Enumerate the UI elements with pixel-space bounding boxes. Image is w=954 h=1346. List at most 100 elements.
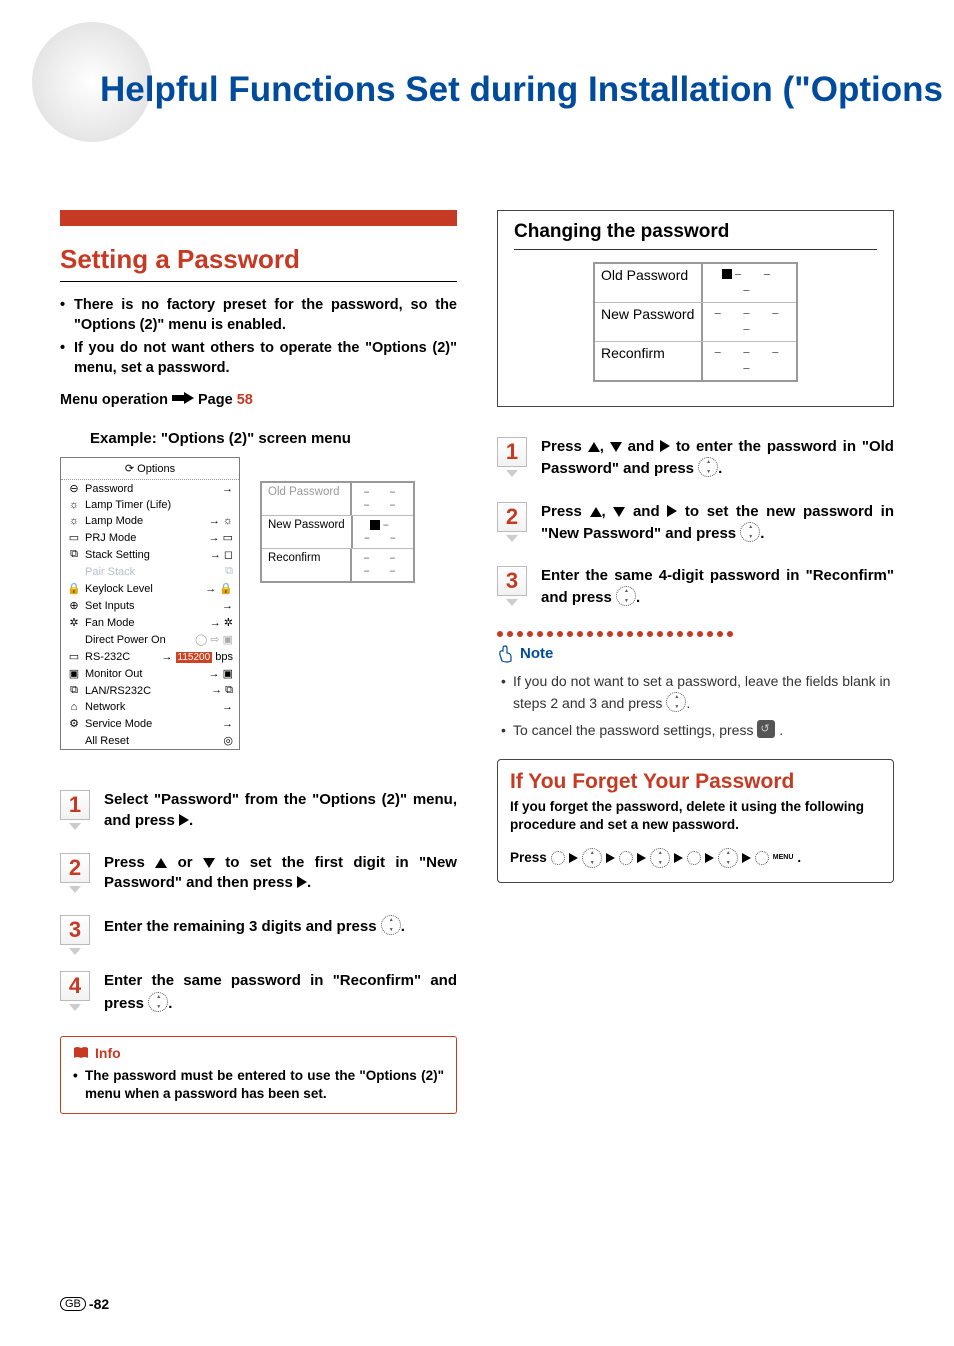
right-arrow-icon (667, 505, 677, 517)
menu-item: Network (85, 701, 218, 713)
note-label: Note (520, 645, 553, 662)
note-separator (497, 631, 894, 637)
menu-op-prefix: Menu operation (60, 392, 168, 408)
region-badge: GB (60, 1297, 86, 1311)
options-menu-screenshot: ⟳ Options ⊖Password→ ☼Lamp Timer (Life) … (60, 457, 240, 750)
step-4: 4 Enter the same password in "Reconfirm"… (60, 971, 457, 1014)
enter-button-icon (698, 457, 718, 477)
step-right-2: 2 Press , and to set the new password in… (497, 502, 894, 545)
arrow-icon (674, 853, 683, 863)
down-arrow-icon (613, 507, 625, 517)
step-number: 3 (497, 566, 527, 596)
menu-item: Fan Mode (85, 617, 206, 629)
up-arrow-icon (588, 442, 600, 452)
forget-title: If You Forget Your Password (510, 770, 881, 794)
intro-bullet-2: If you do not want others to operate the… (60, 339, 457, 378)
info-label: Info (95, 1045, 121, 1061)
pw-re-label: Reconfirm (595, 342, 703, 380)
up-arrow-icon (590, 507, 602, 517)
enter-button-icon (650, 848, 670, 868)
step-number: 2 (60, 853, 90, 883)
forget-body: If you forget the password, delete it us… (510, 798, 881, 834)
menu-item: Stack Setting (85, 549, 206, 561)
step-2: 2 Press or to set the first digit in "Ne… (60, 853, 457, 894)
right-arrow-icon (179, 814, 189, 826)
enter-button-icon (582, 848, 602, 868)
down-arrow-icon (203, 858, 215, 868)
menu-item: LAN/RS232C (85, 685, 207, 697)
arrow-icon (172, 392, 194, 408)
password-dialog-small: Old Password– – – – New Password– – – Re… (260, 481, 415, 583)
menu-item: Set Inputs (85, 600, 218, 612)
arrow-icon (606, 853, 615, 863)
down-button-icon (687, 851, 701, 865)
undo-button-icon (757, 720, 775, 738)
enter-button-icon (381, 915, 401, 935)
section-divider-bar (60, 210, 457, 226)
step-number: 1 (497, 437, 527, 467)
note-header: Note (497, 645, 894, 663)
page-ref-number: 58 (237, 392, 253, 408)
note-bullet-2: To cancel the password settings, press . (497, 720, 894, 741)
step-number: 2 (497, 502, 527, 532)
enter-button-icon (666, 692, 686, 712)
changing-password-box: Changing the password Old Password– – – … (497, 210, 894, 407)
hand-icon (497, 645, 515, 663)
menu-item: All Reset (85, 735, 219, 747)
press-label: Press (510, 850, 547, 865)
password-dialog-large: Old Password– – – New Password– – – – Re… (593, 262, 798, 382)
page-number: -82 (89, 1296, 109, 1312)
changing-password-title: Changing the password (514, 221, 877, 250)
pw-new-label: New Password (262, 516, 353, 548)
arrow-icon (742, 853, 751, 863)
menu-item: Keylock Level (85, 583, 201, 595)
pw-old-label: Old Password (262, 483, 352, 515)
menu-item: Lamp Timer (Life) (85, 499, 229, 511)
down-button-icon (619, 851, 633, 865)
book-icon (73, 1046, 89, 1060)
step-number: 1 (60, 790, 90, 820)
menu-title: Options (137, 463, 175, 475)
arrow-icon (637, 853, 646, 863)
step-1: 1 Select "Password" from the "Options (2… (60, 790, 457, 831)
step-right-3: 3 Enter the same 4-digit password in "Re… (497, 566, 894, 609)
intro-bullets: There is no factory preset for the passw… (60, 296, 457, 378)
info-box: Info The password must be entered to use… (60, 1036, 457, 1114)
page-title: Helpful Functions Set during Installatio… (100, 70, 894, 110)
down-arrow-icon (610, 442, 622, 452)
menu-item: RS-232C (85, 651, 157, 663)
step-number: 3 (60, 915, 90, 945)
enter-button-icon (718, 848, 738, 868)
step-number: 4 (60, 971, 90, 1001)
rs232c-value: 115200 (176, 652, 213, 663)
example-label: Example: "Options (2)" screen menu (90, 430, 457, 447)
menu-item: Monitor Out (85, 668, 205, 680)
arrow-icon (705, 853, 714, 863)
step-right-1: 1 Press , and to enter the password in "… (497, 437, 894, 480)
menu-item: Lamp Mode (85, 515, 205, 527)
menu-item: Direct Power On (85, 634, 191, 646)
intro-bullet-1: There is no factory preset for the passw… (60, 296, 457, 335)
menu-button-icon (755, 851, 769, 865)
forget-sequence: Press MENU . (510, 848, 881, 868)
up-arrow-icon (155, 858, 167, 868)
heading-setting-password: Setting a Password (60, 244, 457, 282)
pw-re-label: Reconfirm (262, 549, 352, 581)
arrow-icon (569, 853, 578, 863)
menu-operation-ref: Menu operation Page 58 (60, 392, 457, 408)
step-3: 3 Enter the remaining 3 digits and press… (60, 915, 457, 949)
menu-item: PRJ Mode (85, 532, 205, 544)
pw-old-label: Old Password (595, 264, 703, 302)
forget-password-box: If You Forget Your Password If you forge… (497, 759, 894, 883)
note-bullets: If you do not want to set a password, le… (497, 671, 894, 741)
info-bullet: The password must be entered to use the … (73, 1067, 444, 1103)
enter-button-icon (740, 522, 760, 542)
right-arrow-icon (297, 876, 307, 888)
right-arrow-icon (660, 440, 670, 452)
enter-button-icon (616, 586, 636, 606)
menu-item-disabled: Pair Stack (85, 566, 221, 578)
page-footer: GB-82 (60, 1296, 109, 1312)
note-bullet-1: If you do not want to set a password, le… (497, 671, 894, 714)
page-label: Page (198, 392, 237, 408)
enter-button-icon (148, 992, 168, 1012)
